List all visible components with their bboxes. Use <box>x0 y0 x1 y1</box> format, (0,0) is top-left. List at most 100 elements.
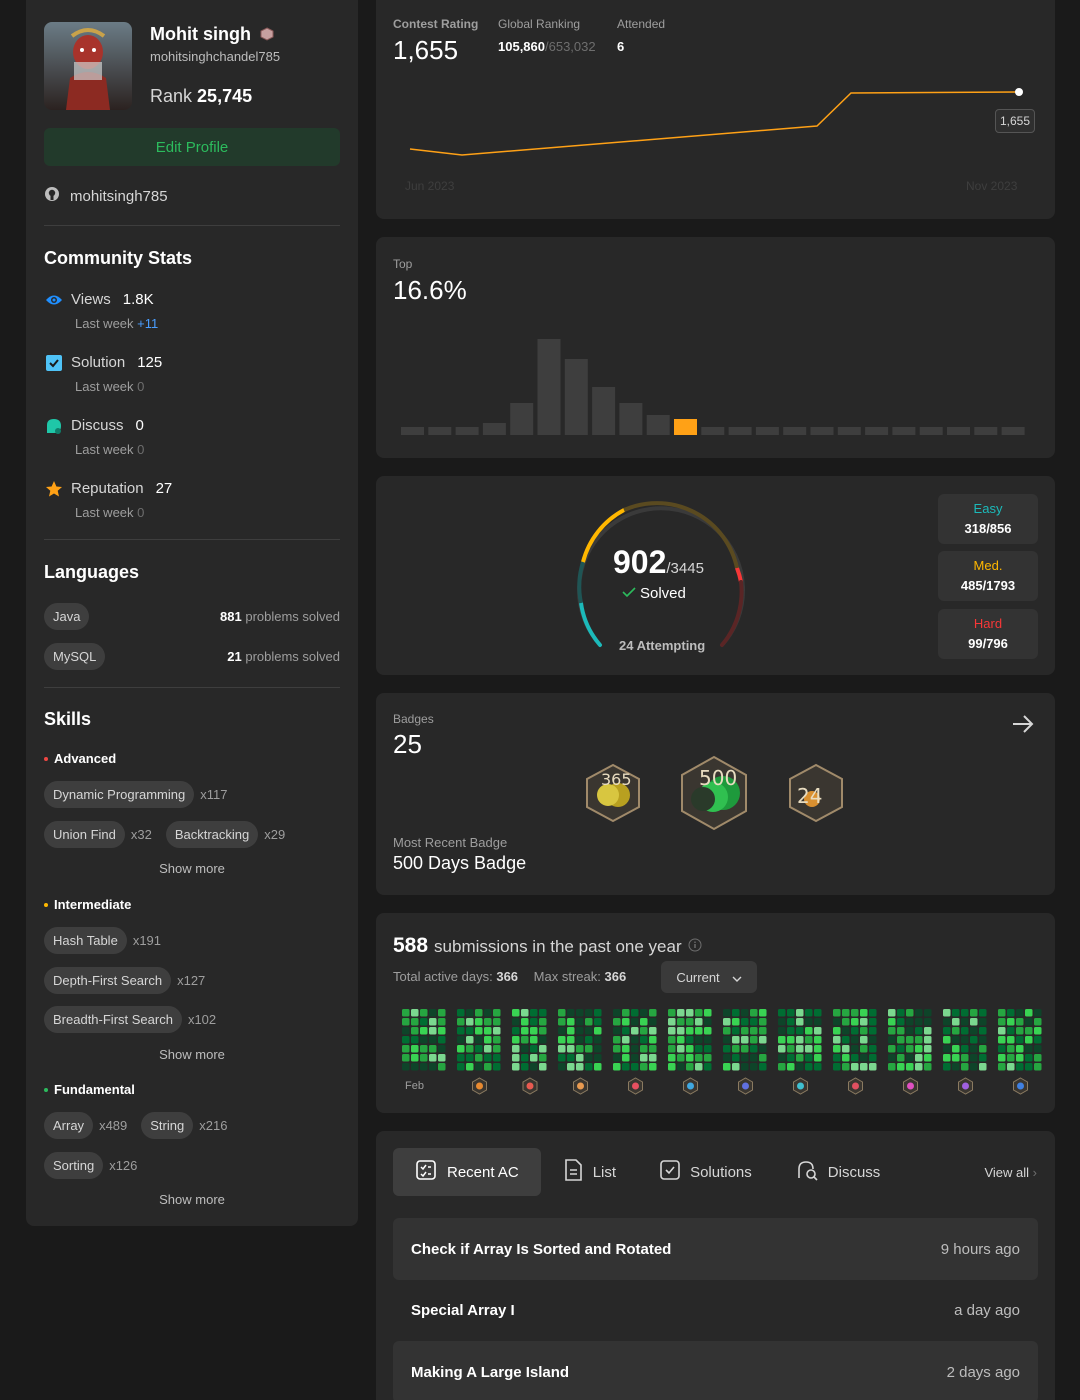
heatmap-cell[interactable] <box>640 1054 648 1062</box>
monthly-badge-icon[interactable] <box>738 1077 753 1095</box>
heatmap-cell[interactable] <box>677 1063 685 1071</box>
language-pill[interactable]: MySQL <box>44 643 106 670</box>
heatmap-cell[interactable] <box>869 1027 877 1035</box>
heatmap-cell[interactable] <box>1007 1054 1015 1062</box>
heatmap-cell[interactable] <box>723 1036 731 1044</box>
heatmap-cell[interactable] <box>1025 1045 1033 1053</box>
heatmap-cell[interactable] <box>631 1036 639 1044</box>
heatmap-cell[interactable] <box>778 1036 786 1044</box>
heatmap-cell[interactable] <box>594 1063 602 1071</box>
heatmap-cell[interactable] <box>869 1054 877 1062</box>
monthly-badge-icon[interactable] <box>522 1077 538 1095</box>
heatmap-cell[interactable] <box>539 1018 547 1026</box>
heatmap-cell[interactable] <box>888 1009 896 1017</box>
heatmap-cell[interactable] <box>970 1063 978 1071</box>
heatmap-cell[interactable] <box>704 1054 712 1062</box>
heatmap-cell[interactable] <box>567 1036 575 1044</box>
histogram-bar[interactable] <box>837 427 861 435</box>
heatmap-cell[interactable] <box>952 1009 960 1017</box>
heatmap-cell[interactable] <box>833 1045 841 1053</box>
heatmap-cell[interactable] <box>750 1027 758 1035</box>
skill-tag[interactable]: String <box>141 1112 194 1139</box>
heatmap-cell[interactable] <box>906 1027 914 1035</box>
heatmap-cell[interactable] <box>457 1045 465 1053</box>
heatmap-cell[interactable] <box>649 1009 657 1017</box>
heatmap-cell[interactable] <box>759 1018 767 1026</box>
show-more-fundamental[interactable]: Show more <box>44 1192 340 1207</box>
heatmap-cell[interactable] <box>915 1036 923 1044</box>
heatmap-cell[interactable] <box>475 1063 483 1071</box>
view-all-link[interactable]: View all › <box>984 1165 1037 1180</box>
heatmap-cell[interactable] <box>979 1054 987 1062</box>
heatmap-cell[interactable] <box>851 1027 859 1035</box>
heatmap-cell[interactable] <box>998 1018 1006 1026</box>
tab-recent-ac[interactable]: Recent AC <box>393 1148 541 1196</box>
list-item[interactable]: Special Array Ia day ago <box>393 1279 1038 1341</box>
heatmap-cell[interactable] <box>833 1018 841 1026</box>
heatmap-cell[interactable] <box>952 1027 960 1035</box>
heatmap-cell[interactable] <box>723 1009 731 1017</box>
medium-stat[interactable]: Med. 485/1793 <box>938 551 1038 601</box>
skill-tag[interactable]: Backtracking <box>165 821 259 848</box>
heatmap-cell[interactable] <box>851 1009 859 1017</box>
heatmap-cell[interactable] <box>475 1027 483 1035</box>
histogram-bar[interactable] <box>892 427 916 435</box>
heatmap-cell[interactable] <box>732 1009 740 1017</box>
heatmap-cell[interactable] <box>796 1045 804 1053</box>
heatmap-cell[interactable] <box>567 1063 575 1071</box>
heatmap-cell[interactable] <box>906 1018 914 1026</box>
histogram-bar[interactable] <box>592 387 616 435</box>
heatmap-cell[interactable] <box>961 1009 969 1017</box>
heatmap-cell[interactable] <box>420 1036 428 1044</box>
monthly-badge-icon[interactable] <box>958 1077 973 1095</box>
heatmap-cell[interactable] <box>851 1045 859 1053</box>
heatmap-cell[interactable] <box>787 1063 795 1071</box>
heatmap-cell[interactable] <box>998 1045 1006 1053</box>
histogram-bar[interactable] <box>974 427 998 435</box>
heatmap-cell[interactable] <box>897 1018 905 1026</box>
monthly-badge-icon[interactable] <box>1013 1077 1028 1095</box>
heatmap-cell[interactable] <box>750 1036 758 1044</box>
tab-solutions[interactable]: Solutions <box>638 1148 774 1196</box>
heatmap-cell[interactable] <box>530 1045 538 1053</box>
heatmap-cell[interactable] <box>493 1018 501 1026</box>
heatmap-cell[interactable] <box>796 1027 804 1035</box>
heatmap-cell[interactable] <box>833 1027 841 1035</box>
heatmap-cell[interactable] <box>411 1009 419 1017</box>
heatmap-cell[interactable] <box>466 1018 474 1026</box>
heatmap-cell[interactable] <box>732 1063 740 1071</box>
heatmap-cell[interactable] <box>796 1036 804 1044</box>
heatmap-cell[interactable] <box>704 1036 712 1044</box>
heatmap-cell[interactable] <box>484 1063 492 1071</box>
heatmap-cell[interactable] <box>631 1027 639 1035</box>
heatmap-cell[interactable] <box>402 1054 410 1062</box>
heatmap-cell[interactable] <box>668 1018 676 1026</box>
heatmap-cell[interactable] <box>888 1027 896 1035</box>
heatmap-cell[interactable] <box>622 1054 630 1062</box>
heatmap-cell[interactable] <box>677 1054 685 1062</box>
heatmap-cell[interactable] <box>1007 1018 1015 1026</box>
heatmap-cell[interactable] <box>521 1009 529 1017</box>
heatmap-cell[interactable] <box>695 1063 703 1071</box>
heatmap-cell[interactable] <box>732 1036 740 1044</box>
heatmap-cell[interactable] <box>732 1045 740 1053</box>
heatmap-cell[interactable] <box>943 1027 951 1035</box>
heatmap-cell[interactable] <box>1016 1045 1024 1053</box>
heatmap-cell[interactable] <box>787 1009 795 1017</box>
heatmap-cell[interactable] <box>970 1054 978 1062</box>
heatmap-cell[interactable] <box>970 1018 978 1026</box>
heatmap-cell[interactable] <box>594 1027 602 1035</box>
heatmap-cell[interactable] <box>429 1027 437 1035</box>
heatmap-cell[interactable] <box>1034 1045 1042 1053</box>
heatmap-cell[interactable] <box>475 1054 483 1062</box>
heatmap-cell[interactable] <box>1016 1027 1024 1035</box>
heatmap-cell[interactable] <box>649 1018 657 1026</box>
heatmap-cell[interactable] <box>952 1054 960 1062</box>
heatmap-cell[interactable] <box>686 1036 694 1044</box>
heatmap-cell[interactable] <box>1007 1009 1015 1017</box>
heatmap-cell[interactable] <box>530 1036 538 1044</box>
heatmap-cell[interactable] <box>512 1063 520 1071</box>
heatmap-cell[interactable] <box>585 1036 593 1044</box>
heatmap-cell[interactable] <box>998 1027 1006 1035</box>
heatmap-cell[interactable] <box>750 1054 758 1062</box>
